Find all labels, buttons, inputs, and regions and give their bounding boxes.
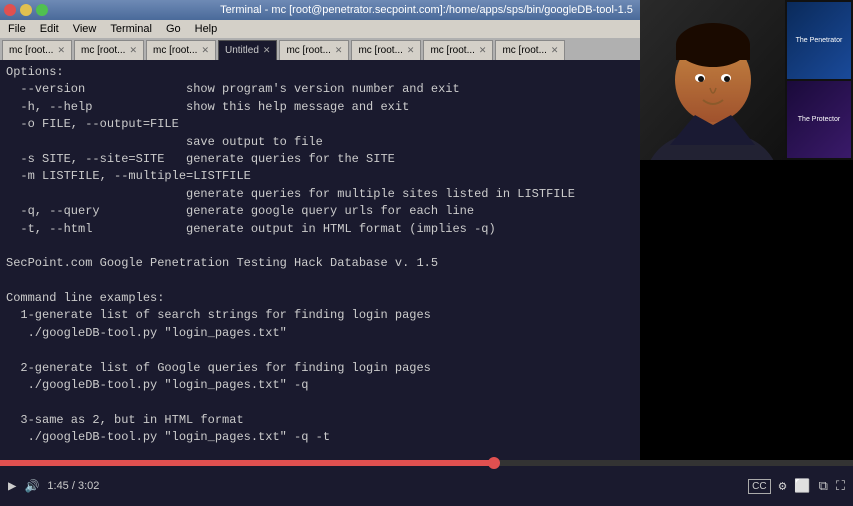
book-cover-1: The Protector [787, 81, 851, 158]
term-line-7: generate queries for multiple sites list… [6, 186, 634, 203]
tab-6[interactable]: mc [root... ✕ [423, 40, 493, 60]
term-line-14: 1-generate list of search strings for fi… [6, 307, 634, 324]
video-overlay: The Penetrator The Protector [640, 0, 853, 160]
term-line-15: ./googleDB-tool.py "login_pages.txt" [6, 325, 634, 342]
term-line-2: -h, --help show this help message and ex… [6, 99, 634, 116]
tab-close-0[interactable]: ✕ [57, 45, 65, 56]
control-bar: ▶ 🔊 1:45 / 3:02 CC ⚙ ⬜ ⧉ ⛶ [0, 460, 853, 506]
settings-icon[interactable]: ⚙ [779, 479, 787, 494]
term-line-16 [6, 342, 634, 359]
tab-close-7[interactable]: ✕ [551, 45, 559, 56]
tab-close-5[interactable]: ✕ [407, 45, 415, 56]
tab-2[interactable]: mc [root... ✕ [146, 40, 216, 60]
theater-icon[interactable]: ⬜ [794, 479, 810, 494]
term-line-12 [6, 273, 634, 290]
term-line-0: Options: [6, 64, 634, 81]
menu-terminal[interactable]: Terminal [104, 22, 158, 36]
minimize-icon[interactable] [20, 4, 32, 16]
tab-label-0: mc [root... [9, 45, 53, 56]
term-line-3: -o FILE, --output=FILE [6, 116, 634, 133]
tab-7[interactable]: mc [root... ✕ [495, 40, 565, 60]
controls-row: ▶ 🔊 1:45 / 3:02 CC ⚙ ⬜ ⧉ ⛶ [0, 466, 853, 506]
tab-0[interactable]: mc [root... ✕ [2, 40, 72, 60]
fullscreen-button[interactable]: ⛶ [836, 479, 845, 494]
tab-close-4[interactable]: ✕ [335, 45, 343, 56]
term-line-6: -m LISTFILE, --multiple=LISTFILE [6, 168, 634, 185]
tab-4[interactable]: mc [root... ✕ [279, 40, 349, 60]
tab-5[interactable]: mc [root... ✕ [351, 40, 421, 60]
term-line-1: --version show program's version number … [6, 81, 634, 98]
tab-close-2[interactable]: ✕ [201, 45, 209, 56]
controls-right: CC ⚙ ⬜ ⧉ ⛶ [748, 479, 845, 494]
progress-dot [488, 457, 500, 469]
tab-label-4: mc [root... [286, 45, 330, 56]
pip-icon[interactable]: ⧉ [819, 479, 828, 494]
window-title: Terminal - mc [root@penetrator.secpoint.… [220, 4, 633, 16]
maximize-icon[interactable] [36, 4, 48, 16]
terminal-area: Options: --version show program's versio… [0, 60, 640, 500]
menu-help[interactable]: Help [189, 22, 224, 36]
term-line-19 [6, 394, 634, 411]
tab-label-1: mc [root... [81, 45, 125, 56]
progress-fill [0, 460, 495, 466]
tab-label-2: mc [root... [153, 45, 197, 56]
menu-go[interactable]: Go [160, 22, 187, 36]
term-line-17: 2-generate list of Google queries for fi… [6, 360, 634, 377]
term-line-21: ./googleDB-tool.py "login_pages.txt" -q … [6, 429, 634, 446]
play-button[interactable]: ▶ [8, 478, 16, 495]
close-icon[interactable] [4, 4, 16, 16]
tab-3[interactable]: Untitled ✕ [218, 40, 277, 60]
tab-label-7: mc [root... [502, 45, 546, 56]
tab-label-5: mc [root... [358, 45, 402, 56]
progress-bar[interactable] [0, 460, 853, 466]
term-line-5: -s SITE, --site=SITE generate queries fo… [6, 151, 634, 168]
tab-close-6[interactable]: ✕ [479, 45, 487, 56]
tab-label-3: Untitled [225, 45, 259, 56]
term-line-9: -t, --html generate output in HTML forma… [6, 221, 634, 238]
term-line-4: save output to file [6, 134, 634, 151]
term-line-13: Command line examples: [6, 290, 634, 307]
cc-button[interactable]: CC [748, 479, 770, 494]
book-cover-0: The Penetrator [787, 2, 851, 79]
title-bar-icons [4, 4, 48, 16]
menu-edit[interactable]: Edit [34, 22, 65, 36]
tab-close-3[interactable]: ✕ [263, 45, 271, 56]
term-line-18: ./googleDB-tool.py "login_pages.txt" -q [6, 377, 634, 394]
menu-file[interactable]: File [2, 22, 32, 36]
tab-1[interactable]: mc [root... ✕ [74, 40, 144, 60]
menu-view[interactable]: View [67, 22, 103, 36]
term-line-8: -q, --query generate google query urls f… [6, 203, 634, 220]
term-line-10 [6, 238, 634, 255]
tab-close-1[interactable]: ✕ [129, 45, 137, 56]
tab-label-6: mc [root... [430, 45, 474, 56]
time-display: 1:45 / 3:02 [47, 480, 99, 492]
volume-icon[interactable]: 🔊 [24, 479, 39, 494]
term-line-11: SecPoint.com Google Penetration Testing … [6, 255, 634, 272]
term-line-20: 3-same as 2, but in HTML format [6, 412, 634, 429]
